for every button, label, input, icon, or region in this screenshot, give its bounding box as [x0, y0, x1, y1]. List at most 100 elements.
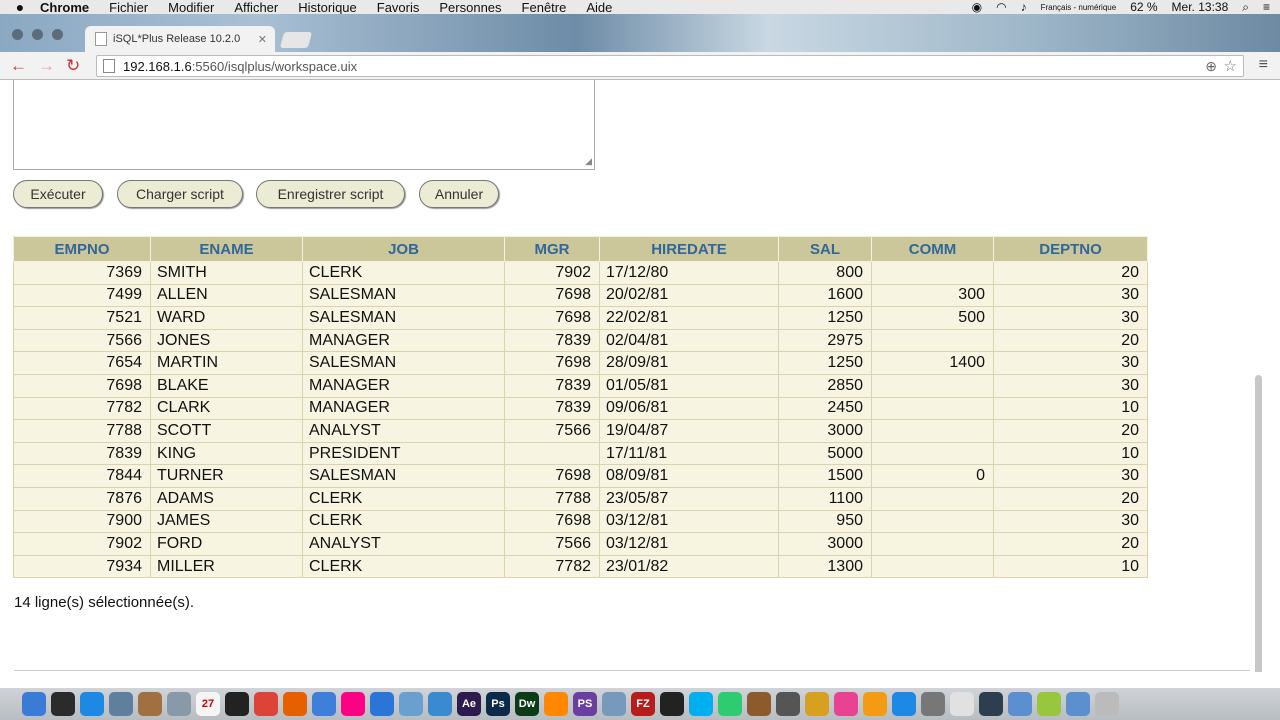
notification-center-icon[interactable]: ≡ [1263, 0, 1270, 14]
execute-button[interactable]: Exécuter [13, 180, 103, 208]
dock-skype-icon[interactable] [689, 692, 713, 716]
dock-guitar-icon[interactable] [747, 692, 771, 716]
dock-folder2-icon[interactable] [1066, 692, 1090, 716]
dock-photoshop-icon[interactable]: Ps [486, 692, 510, 716]
dock-xcode-icon[interactable] [370, 692, 394, 716]
record-icon[interactable]: ◉ [972, 0, 982, 14]
table-cell-job: SALESMAN [302, 283, 505, 308]
zoom-window-icon[interactable] [52, 29, 63, 40]
clock-label[interactable]: Mer. 13:38 [1172, 0, 1229, 14]
table-cell-job: PRESIDENT [302, 441, 505, 466]
address-bar[interactable]: 192.168.1.6:5560/isqlplus/workspace.uix … [96, 55, 1244, 77]
menu-modifier[interactable]: Modifier [168, 0, 214, 15]
menu-personnes[interactable]: Personnes [439, 0, 501, 15]
dock-box-icon[interactable] [399, 692, 423, 716]
new-tab-button[interactable] [279, 32, 313, 48]
dock-after-effects-icon[interactable]: Ae [457, 692, 481, 716]
back-arrow-icon[interactable]: ← [10, 56, 27, 76]
dock-pages-icon[interactable] [312, 692, 336, 716]
table-cell-mgr: 7698 [504, 306, 600, 330]
dock-launchpad-icon[interactable] [167, 692, 191, 716]
menu-favoris[interactable]: Favoris [377, 0, 420, 15]
dock-filezilla-icon[interactable]: FZ [631, 692, 655, 716]
page-scrollbar[interactable] [1255, 375, 1262, 672]
dock-trash-icon[interactable] [1095, 692, 1119, 716]
dock-appstore-icon[interactable] [892, 692, 916, 716]
table-cell-job: CLERK [302, 509, 505, 534]
dock-itunes-icon[interactable] [834, 692, 858, 716]
dock-notes-icon[interactable] [138, 692, 162, 716]
menu-aide[interactable]: Aide [586, 0, 612, 15]
dock-preview-icon[interactable] [109, 692, 133, 716]
menu-historique[interactable]: Historique [298, 0, 357, 15]
table-cell-deptno: 20 [993, 261, 1148, 285]
dock-chrome-canary-icon[interactable] [805, 692, 829, 716]
dock-ibooks-icon[interactable] [863, 692, 887, 716]
table-cell-empno: 7900 [13, 509, 151, 534]
dock-downloads-icon[interactable] [1008, 692, 1032, 716]
dock-calendar-icon[interactable]: 27 [196, 692, 220, 716]
save-script-button[interactable]: Enregistrer script [256, 180, 405, 208]
close-tab-icon[interactable]: ✕ [258, 33, 267, 46]
load-script-button[interactable]: Charger script [117, 180, 243, 208]
dock-quicktime-icon[interactable] [979, 692, 1003, 716]
table-cell-ename: KING [150, 441, 303, 466]
table-cell-mgr: 7698 [504, 283, 600, 308]
table-row: 7698 BLAKE MANAGER 7839 01/05/81 2850 30 [13, 373, 1148, 398]
menu-afficher[interactable]: Afficher [234, 0, 278, 15]
dock-folder-icon[interactable] [602, 692, 626, 716]
battery-label[interactable]: 62 % [1130, 0, 1157, 14]
table-cell-hiredate: 09/06/81 [599, 396, 779, 421]
apple-menu-icon[interactable]: ● [0, 0, 40, 15]
dock-info-icon[interactable] [428, 692, 452, 716]
dock-dreamweaver-icon[interactable]: Dw [515, 692, 539, 716]
sql-input-textarea[interactable]: ◢ [13, 80, 595, 170]
dock-grid-icon[interactable] [776, 692, 800, 716]
dock-safari-icon[interactable] [80, 692, 104, 716]
menu-fichier[interactable]: Fichier [109, 0, 148, 15]
table-cell-ename: SMITH [150, 261, 303, 285]
forward-arrow-icon[interactable]: → [38, 56, 55, 76]
table-cell-mgr [504, 441, 600, 466]
table-cell-deptno: 20 [993, 532, 1148, 556]
page-info-icon[interactable] [103, 59, 115, 73]
table-cell-job: ANALYST [302, 532, 505, 556]
minimize-window-icon[interactable] [32, 29, 43, 40]
table-cell-hiredate: 02/04/81 [599, 328, 779, 353]
dock-inkscape-icon[interactable] [225, 692, 249, 716]
dock-chrome-icon[interactable] [254, 692, 278, 716]
volume-icon[interactable]: ♪ [1021, 0, 1027, 14]
reload-icon[interactable]: ↻ [66, 56, 80, 76]
dock-system-prefs-icon[interactable] [921, 692, 945, 716]
browser-tab-strip: iSQL*Plus Release 10.2.0 ✕ [0, 14, 1280, 52]
dock-firefox-icon[interactable] [283, 692, 307, 716]
table-cell-deptno: 30 [993, 509, 1148, 534]
table-cell-deptno: 10 [993, 441, 1148, 466]
menu-app-name[interactable]: Chrome [40, 0, 89, 15]
close-window-icon[interactable] [12, 29, 23, 40]
zoom-icon[interactable]: ⊕ [1205, 58, 1217, 75]
table-cell-comm [871, 554, 994, 579]
spotlight-search-icon[interactable]: ⌕ [1242, 0, 1249, 15]
table-cell-sal: 2975 [778, 328, 872, 353]
dock-android-icon[interactable] [1037, 692, 1061, 716]
table-cell-comm [871, 328, 994, 353]
dock-messages-icon[interactable] [718, 692, 742, 716]
dock-photo-icon[interactable] [950, 692, 974, 716]
dock-finder-icon[interactable] [22, 692, 46, 716]
menu-fenetre[interactable]: Fenêtre [522, 0, 567, 15]
dock-vlc-icon[interactable] [544, 692, 568, 716]
cancel-button[interactable]: Annuler [419, 180, 499, 208]
input-source-label[interactable]: Français - numérique [1041, 3, 1117, 12]
dock-phpstorm-icon[interactable]: PS [573, 692, 597, 716]
bookmark-star-icon[interactable]: ☆ [1224, 57, 1237, 75]
dock-flickr-icon[interactable] [341, 692, 365, 716]
table-cell-comm: 0 [871, 464, 994, 488]
resize-grip-icon[interactable]: ◢ [585, 156, 592, 167]
chrome-menu-icon[interactable]: ≡ [1259, 56, 1268, 74]
wifi-icon[interactable]: ◠ [996, 0, 1006, 14]
dock-terminal-icon[interactable] [660, 692, 684, 716]
table-cell-empno: 7788 [13, 419, 151, 443]
dock-dashboard-icon[interactable] [51, 692, 75, 716]
browser-tab-isqlplus[interactable]: iSQL*Plus Release 10.2.0 ✕ [85, 26, 275, 52]
